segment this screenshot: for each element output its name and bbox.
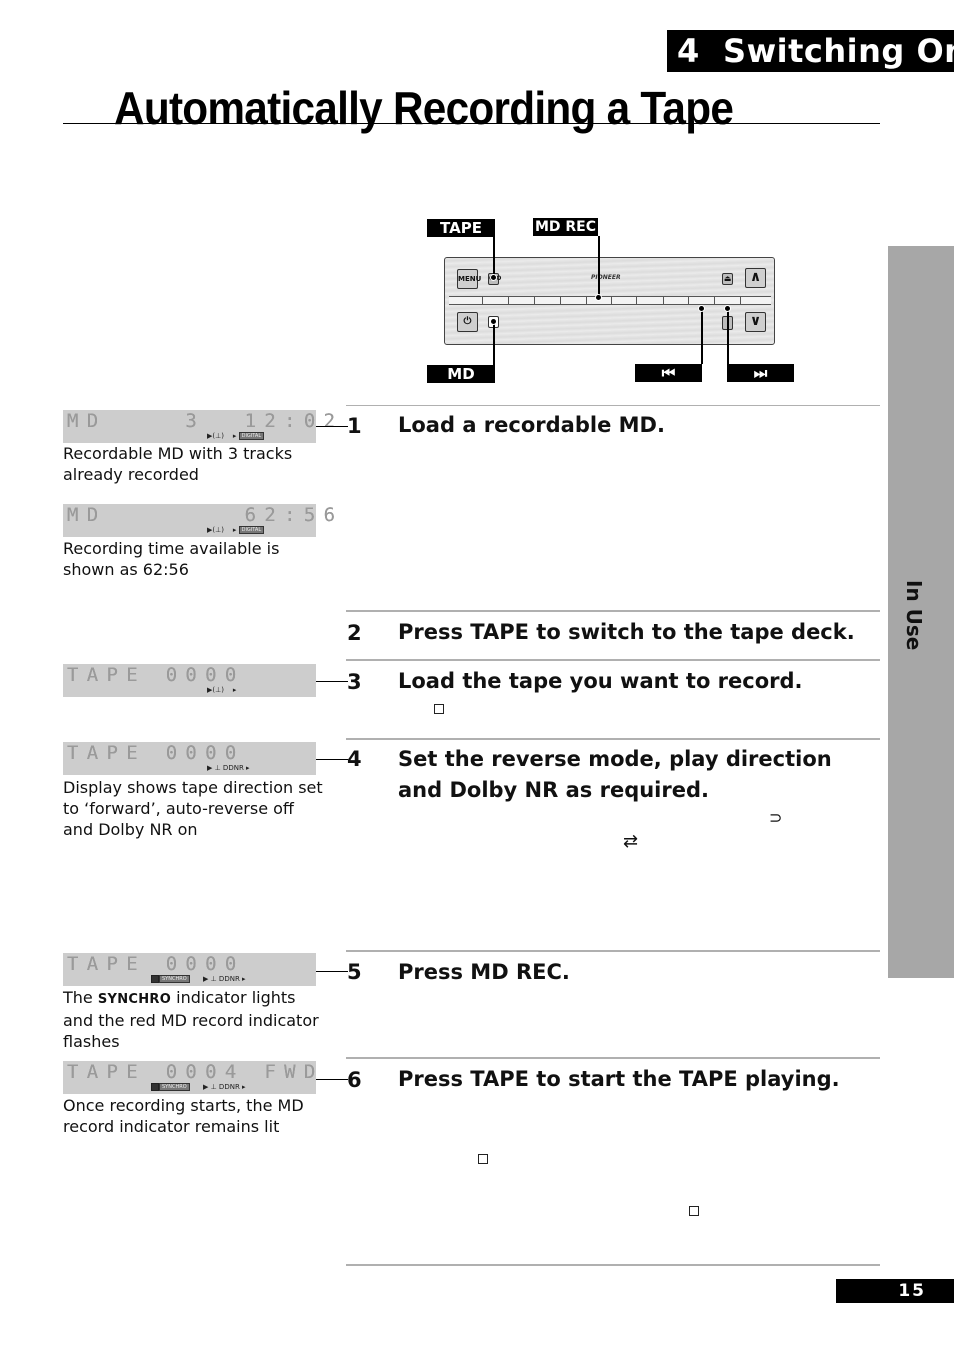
step-text: Press MD REC. (398, 960, 570, 984)
step-divider (346, 659, 880, 661)
display-caption: Display shows tape direction set to ‘for… (63, 778, 323, 839)
md-record-indicator (151, 975, 159, 983)
page-number: 15 (836, 1279, 954, 1303)
down-button[interactable]: ∨ (745, 312, 766, 332)
lcd-display: MD 3 12:02 ▶(⊥) ▸ DIGITAL (63, 410, 335, 443)
callout-line-prev (701, 308, 703, 364)
reverse-both-sides-icon: ⇄ (623, 831, 639, 852)
md-record-indicator (151, 1083, 159, 1091)
lcd-indicators: ▶ ⊥ DDNR ▸ (207, 764, 250, 772)
lcd-readout: MD 3 12:02 (67, 410, 344, 432)
step-text: Press TAPE to start the TAPE playing. (398, 1067, 840, 1091)
lcd-indicators: SYNCHRO ▶ ⊥ DDNR ▸ (151, 1082, 246, 1092)
section-side-tab-label: In Use (896, 580, 936, 650)
callout-dot (698, 305, 705, 312)
brand-logo: PIONEER (591, 274, 621, 281)
display-caption: Recordable MD with 3 tracks already reco… (63, 444, 293, 484)
lcd-readout: TAPE 0000 (67, 664, 245, 686)
synchro-badge: SYNCHRO (159, 975, 190, 983)
lcd-readout: MD 62:56 (67, 504, 344, 526)
callout-md-rec: MD REC (533, 218, 598, 236)
step-text: Set the reverse mode, play direction and… (398, 747, 832, 802)
lcd-readout: TAPE 0004 FWD (67, 1061, 324, 1083)
callout-dot (724, 305, 731, 312)
lcd-readout: TAPE 0000 (67, 742, 245, 764)
lcd-indicators: ▶(⊥) ▸ DIGITAL (207, 525, 265, 535)
step-divider (346, 610, 880, 612)
leader-line (316, 759, 348, 761)
step-divider (346, 1057, 880, 1059)
callout-dot (490, 274, 497, 281)
side-tab-text: In Use (902, 580, 926, 651)
lcd-display: TAPE 0000 ▶ ⊥ DDNR ▸ (63, 742, 316, 775)
skip-back-icon: ⏮ (661, 364, 676, 382)
callout-line-next (727, 308, 729, 364)
step-number: 3 (347, 670, 362, 694)
skip-forward-icon: ⏭ (753, 364, 768, 382)
menu-button[interactable]: MENU (457, 269, 481, 289)
step-text: Load the tape you want to record. (398, 669, 803, 693)
lcd-display: TAPE 0000 ▶(⊥) ▸ (63, 664, 316, 697)
leader-line (316, 426, 348, 428)
remote-panel-strip (449, 296, 771, 305)
step-divider (346, 1264, 880, 1266)
step-number: 4 (347, 747, 362, 771)
lcd-display: TAPE 0004 FWD SYNCHRO ▶ ⊥ DDNR ▸ (63, 1061, 316, 1094)
display-caption: Once recording starts, the MD record ind… (63, 1096, 304, 1136)
callout-line-md (493, 322, 495, 365)
display-caption: The SYNCHRO indicator lights and the red… (63, 988, 319, 1051)
leader-line (316, 971, 348, 973)
placeholder-box-icon (434, 704, 444, 714)
page-title: Automatically Recording a Tape (114, 82, 734, 134)
step-divider (346, 950, 880, 952)
step-divider (346, 405, 880, 406)
step-number: 1 (347, 414, 362, 438)
lcd-readout: TAPE 0000 (67, 953, 245, 975)
lcd-indicators: ▶(⊥) ▸ DIGITAL (207, 431, 265, 441)
eject-icon[interactable]: ⏏ (722, 273, 733, 285)
reverse-one-side-icon: ⊃ (769, 808, 783, 827)
callout-dot (490, 318, 497, 325)
step-divider (346, 738, 880, 740)
callout-prev-track: ⏮ (635, 364, 702, 382)
callout-md: MD (427, 365, 495, 383)
callout-line-md-rec (598, 236, 600, 298)
lcd-display: TAPE 0000 SYNCHRO ▶ ⊥ DDNR ▸ (63, 953, 316, 986)
placeholder-box-icon (689, 1206, 699, 1216)
synchro-badge: SYNCHRO (159, 1083, 190, 1091)
leader-line (316, 1079, 348, 1081)
callout-dot (595, 294, 602, 301)
placeholder-box-icon (478, 1154, 488, 1164)
callout-line-tape (493, 237, 495, 277)
callout-next-track: ⏭ (727, 364, 794, 382)
digital-badge: DIGITAL (238, 432, 265, 440)
digital-badge: DIGITAL (238, 526, 265, 534)
callout-tape: TAPE (427, 219, 495, 237)
title-rule (63, 123, 880, 124)
step-number: 5 (347, 960, 362, 984)
step-number: 6 (347, 1068, 362, 1092)
step-number: 2 (347, 621, 362, 645)
display-caption: Recording time available is shown as 62:… (63, 539, 280, 579)
step-text: Load a recordable MD. (398, 413, 665, 437)
lcd-indicators: SYNCHRO ▶ ⊥ DDNR ▸ (151, 974, 246, 984)
lcd-indicators: ▶(⊥) ▸ (207, 686, 237, 694)
up-button[interactable]: ∧ (745, 268, 766, 288)
chapter-tab: 4 Switching On (667, 30, 954, 72)
leader-line (316, 681, 348, 683)
lcd-display: MD 62:56 ▶(⊥) ▸ DIGITAL (63, 504, 335, 537)
step-text: Press TAPE to switch to the tape deck. (398, 620, 855, 644)
power-button[interactable]: ⏻ (457, 312, 478, 332)
